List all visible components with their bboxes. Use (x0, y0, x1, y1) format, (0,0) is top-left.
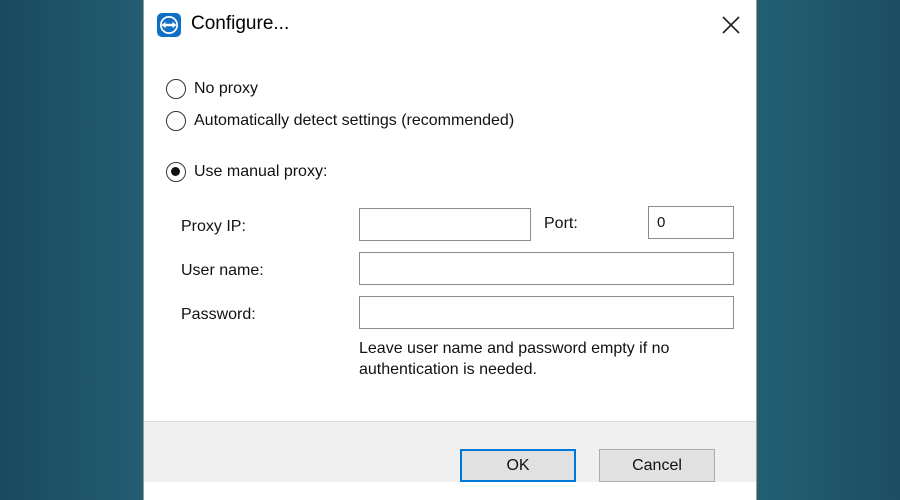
title-bar: Configure... (144, 0, 756, 50)
radio-auto-detect-label: Automatically detect settings (recommend… (194, 112, 515, 129)
cancel-button[interactable]: Cancel (599, 449, 715, 482)
radio-manual-proxy-label: Use manual proxy: (194, 163, 328, 180)
proxy-ip-input[interactable] (359, 208, 531, 241)
dialog-footer: OK Cancel (144, 421, 756, 482)
password-input[interactable] (359, 296, 734, 329)
radio-no-proxy[interactable]: No proxy (166, 77, 258, 101)
radio-no-proxy-label: No proxy (194, 80, 259, 97)
close-button[interactable] (714, 8, 748, 42)
port-input[interactable]: 0 (648, 206, 734, 239)
close-icon (722, 16, 740, 34)
teamviewer-icon (157, 13, 181, 37)
window-title: Configure... (191, 13, 290, 34)
password-label: Password: (181, 306, 256, 323)
radio-manual-proxy[interactable]: Use manual proxy: (166, 160, 327, 184)
radio-auto-detect-circle[interactable] (166, 111, 186, 131)
port-label: Port: (544, 215, 578, 232)
ok-button[interactable]: OK (460, 449, 576, 482)
username-label: User name: (181, 262, 264, 279)
proxy-ip-label: Proxy IP: (181, 218, 246, 235)
radio-auto-detect[interactable]: Automatically detect settings (recommend… (166, 109, 514, 133)
radio-manual-proxy-circle[interactable] (166, 162, 186, 182)
username-input[interactable] (359, 252, 734, 285)
authentication-hint: Leave user name and password empty if no… (359, 340, 670, 378)
radio-no-proxy-circle[interactable] (166, 79, 186, 99)
configure-proxy-dialog: Configure... No proxy Automatically dete… (143, 0, 757, 500)
